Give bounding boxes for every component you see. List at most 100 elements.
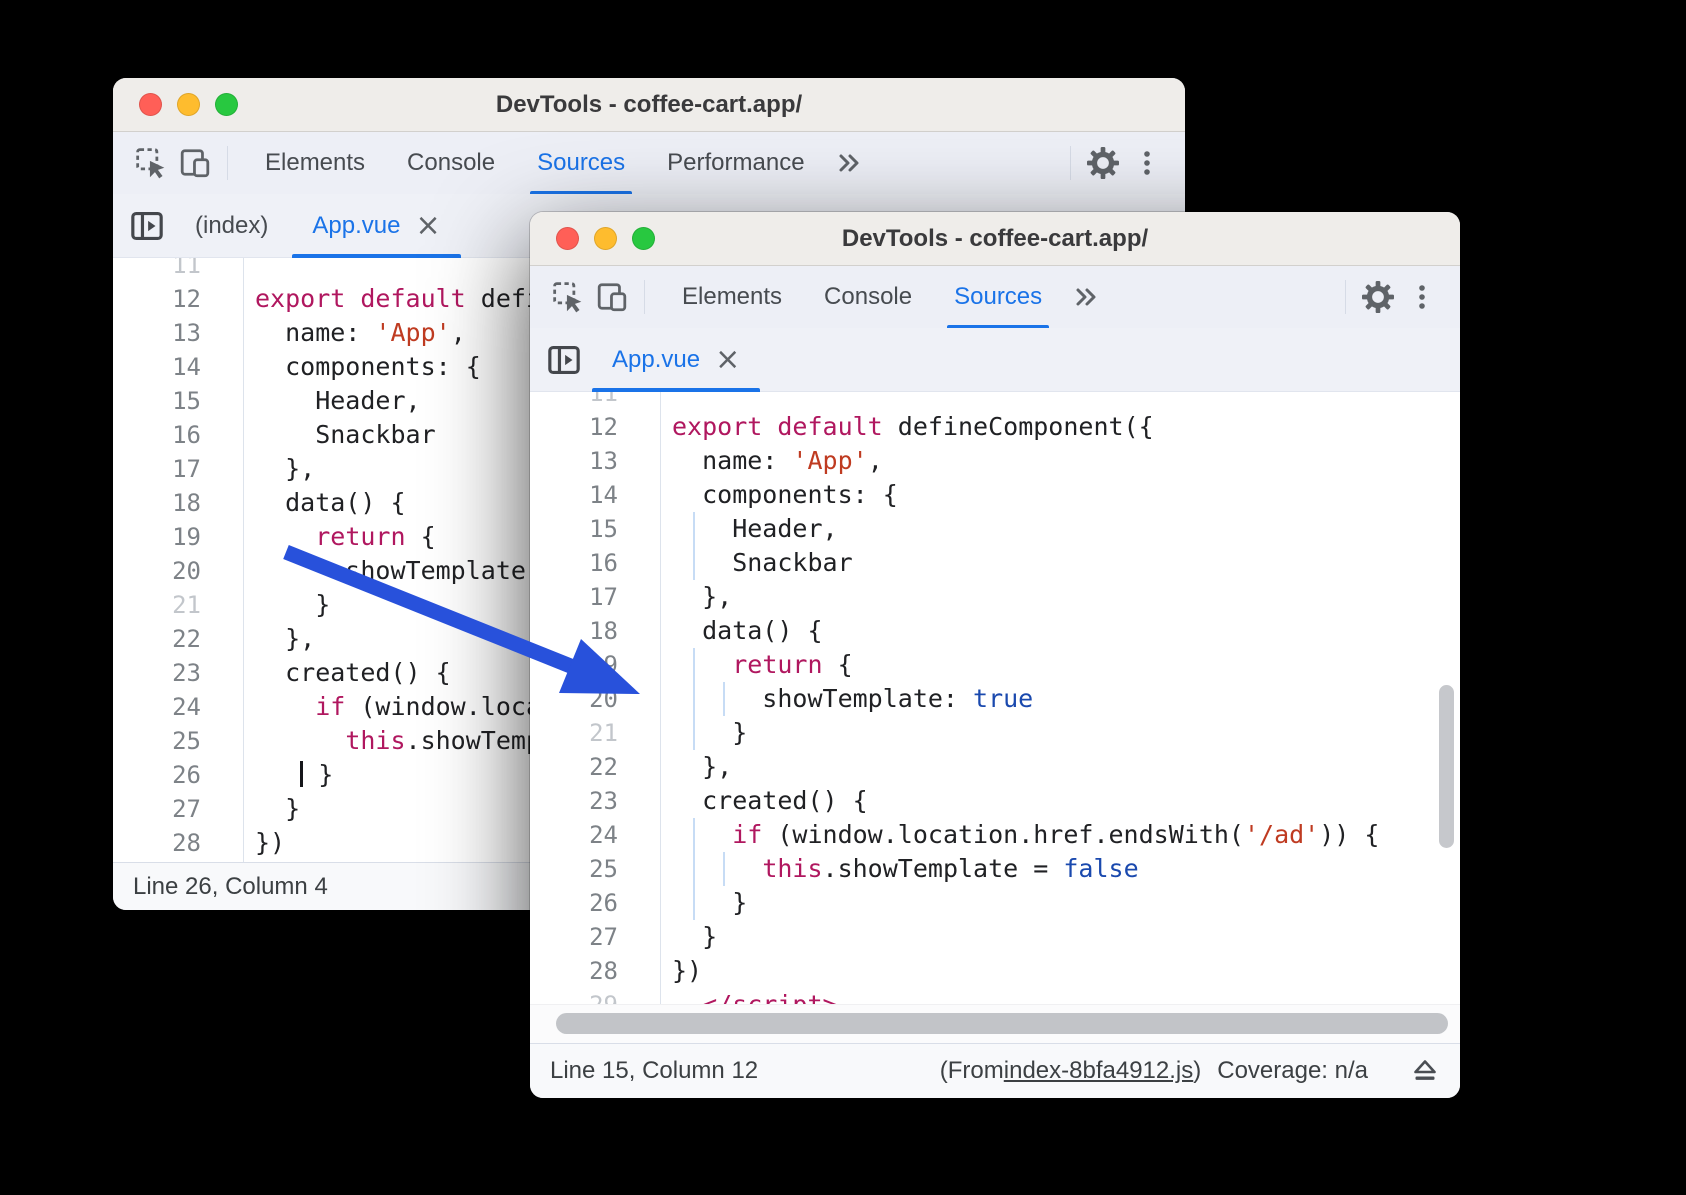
code-line-text: </script> [618, 988, 838, 1004]
toggle-navigator-icon[interactable] [538, 328, 590, 391]
line-number[interactable]: 20 [530, 682, 618, 716]
file-tab-app.vue[interactable]: App.vue× [290, 194, 462, 257]
tab-elements[interactable]: Elements [244, 132, 386, 194]
code-token [345, 284, 360, 313]
line-number[interactable]: 15 [113, 384, 201, 418]
zoom-window-button[interactable] [215, 93, 238, 116]
line-number[interactable]: 21 [530, 716, 618, 750]
code-token: }, [255, 624, 315, 653]
line-number[interactable]: 19 [113, 520, 201, 554]
more-tabs-icon[interactable] [1063, 266, 1107, 328]
line-number[interactable]: 18 [530, 614, 618, 648]
file-tab-index[interactable]: (index) [173, 194, 290, 257]
tab-sources[interactable]: Sources [516, 132, 646, 194]
code-token: data() { [255, 488, 406, 517]
titlebar[interactable]: DevTools - coffee-cart.app/ [113, 78, 1185, 132]
line-number[interactable]: 27 [113, 792, 201, 826]
eject-icon[interactable] [1410, 1056, 1440, 1086]
code-token [672, 650, 732, 679]
code-token: this [345, 726, 405, 755]
close-tab-icon[interactable]: × [415, 211, 440, 241]
close-tab-icon[interactable]: × [715, 345, 740, 375]
gutter-border [660, 392, 661, 1004]
line-number[interactable]: 13 [113, 316, 201, 350]
line-number[interactable]: 27 [530, 920, 618, 954]
code-line-text: } [201, 758, 333, 792]
line-number[interactable]: 12 [113, 282, 201, 316]
titlebar[interactable]: DevTools - coffee-cart.app/ [530, 212, 1460, 266]
line-number[interactable]: 25 [113, 724, 201, 758]
zoom-window-button[interactable] [632, 227, 655, 250]
line-number[interactable]: 28 [530, 954, 618, 988]
tab-elements[interactable]: Elements [661, 266, 803, 328]
code-token [255, 522, 315, 551]
code-token: false [1063, 854, 1138, 883]
panel-tabs: ElementsConsoleSourcesPerformance [244, 132, 826, 194]
more-tabs-icon[interactable] [826, 132, 870, 194]
line-number[interactable]: 12 [530, 410, 618, 444]
line-number[interactable]: 11 [530, 392, 618, 410]
line-number[interactable]: 22 [530, 750, 618, 784]
line-number[interactable]: 24 [113, 690, 201, 724]
line-number[interactable]: 11 [113, 258, 201, 282]
window-title: DevTools - coffee-cart.app/ [530, 225, 1460, 253]
code-token: created() { [255, 658, 451, 687]
line-number[interactable]: 23 [113, 656, 201, 690]
line-number[interactable]: 13 [530, 444, 618, 478]
panel-tabs: ElementsConsoleSources [661, 266, 1063, 328]
line-number[interactable]: 14 [530, 478, 618, 512]
code-token: export [255, 284, 345, 313]
vertical-scrollbar[interactable] [1439, 685, 1454, 848]
line-number[interactable]: 14 [113, 350, 201, 384]
code-editor[interactable]: 1112export default defineComponent({13 n… [530, 392, 1460, 1004]
minimize-window-button[interactable] [594, 227, 617, 250]
line-number[interactable]: 22 [113, 622, 201, 656]
line-number[interactable]: 19 [530, 648, 618, 682]
line-number[interactable]: 25 [530, 852, 618, 886]
code-token: if [732, 820, 762, 849]
code-line-text: } [618, 920, 717, 954]
line-number[interactable]: 20 [113, 554, 201, 588]
code-token: created() { [672, 786, 868, 815]
tab-sources[interactable]: Sources [933, 266, 1063, 328]
code-line-text: Header, [618, 512, 838, 546]
close-window-button[interactable] [556, 227, 579, 250]
code-token: }, [672, 752, 732, 781]
code-token: Header, [255, 386, 421, 415]
line-number[interactable]: 23 [530, 784, 618, 818]
tab-console[interactable]: Console [803, 266, 933, 328]
line-number[interactable]: 21 [113, 588, 201, 622]
line-number[interactable]: 18 [113, 486, 201, 520]
line-number[interactable]: 16 [113, 418, 201, 452]
line-number[interactable]: 26 [530, 886, 618, 920]
line-number[interactable]: 17 [113, 452, 201, 486]
device-toolbar-icon[interactable] [173, 132, 217, 194]
kebab-menu-icon[interactable] [1400, 266, 1444, 328]
status-right-group: (From index-8bfa4912.js ) Coverage: n/a [940, 1056, 1440, 1086]
line-number[interactable]: 17 [530, 580, 618, 614]
code-token: default [777, 412, 882, 441]
tab-performance[interactable]: Performance [646, 132, 825, 194]
line-number[interactable]: 16 [530, 546, 618, 580]
sourcemap-file-link[interactable]: index-8bfa4912.js [1004, 1057, 1193, 1085]
horizontal-scrollbar[interactable] [556, 1013, 1448, 1034]
minimize-window-button[interactable] [177, 93, 200, 116]
inspect-element-icon[interactable] [546, 266, 590, 328]
settings-gear-icon[interactable] [1081, 132, 1125, 194]
open-file-tabs: App.vue× [590, 328, 762, 391]
kebab-menu-icon[interactable] [1125, 132, 1169, 194]
line-number[interactable]: 28 [113, 826, 201, 860]
toggle-navigator-icon[interactable] [121, 194, 173, 257]
settings-gear-icon[interactable] [1356, 266, 1400, 328]
device-toolbar-icon[interactable] [590, 266, 634, 328]
line-number[interactable]: 15 [530, 512, 618, 546]
line-number[interactable]: 26 [113, 758, 201, 792]
inspect-element-icon[interactable] [129, 132, 173, 194]
code-line-text: } [618, 886, 747, 920]
close-window-button[interactable] [139, 93, 162, 116]
code-line-text: Snackbar [618, 546, 853, 580]
line-number[interactable]: 29 [530, 988, 618, 1004]
line-number[interactable]: 24 [530, 818, 618, 852]
file-tab-app.vue[interactable]: App.vue× [590, 328, 762, 391]
tab-console[interactable]: Console [386, 132, 516, 194]
